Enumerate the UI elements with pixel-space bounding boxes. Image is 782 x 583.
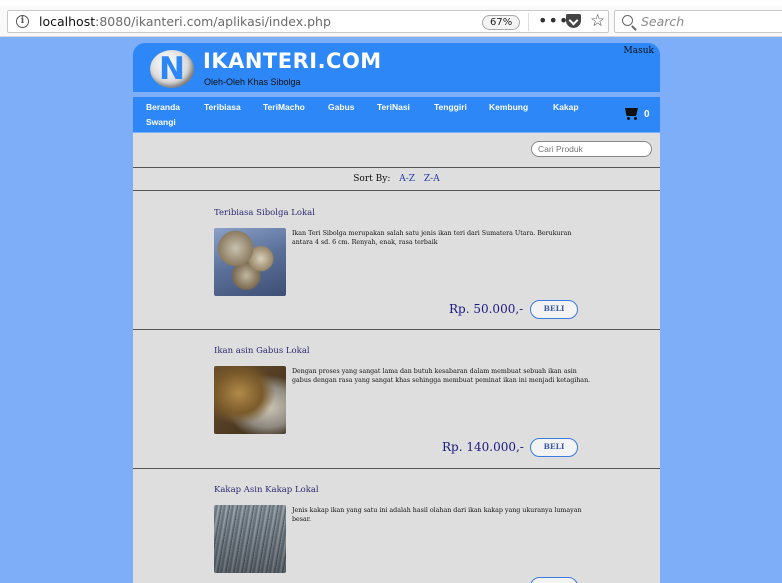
buy-button[interactable] xyxy=(530,577,578,583)
main-navigation: Beranda Teribiasa TeriMacho Gabus TeriNa… xyxy=(133,97,660,132)
url-separator xyxy=(528,13,529,31)
pocket-icon[interactable] xyxy=(566,14,581,28)
product-description: Ikan Teri Sibolga merupakan salah satu j… xyxy=(292,230,572,247)
browser-search-placeholder: Search xyxy=(641,14,685,29)
product-image[interactable] xyxy=(214,505,286,573)
login-link[interactable]: Masuk xyxy=(624,46,654,56)
product-price: Rp. 50.000,- xyxy=(449,302,524,316)
search-icon xyxy=(622,15,633,26)
product-image[interactable] xyxy=(214,366,286,434)
url-host: localhost xyxy=(39,14,96,29)
product-title[interactable]: Ikan asin Gabus Lokal xyxy=(214,346,310,356)
product-search-input[interactable] xyxy=(531,141,652,157)
bookmark-star-icon[interactable]: ☆ xyxy=(590,11,605,31)
main-content: Sort By: A-Z Z-A Teribiasa Sibolga Lokal… xyxy=(133,133,660,583)
nav-item-beranda[interactable]: Beranda xyxy=(146,102,180,112)
nav-item-terinasi[interactable]: TeriNasi xyxy=(377,102,410,112)
url-path: :8080/ikanteri.com/aplikasi/index.php xyxy=(95,14,331,29)
nav-item-terimacho[interactable]: TeriMacho xyxy=(263,102,305,112)
info-icon[interactable]: i xyxy=(16,15,29,28)
nav-item-kembung[interactable]: Kembung xyxy=(489,102,528,112)
divider xyxy=(133,190,660,191)
shopping-cart-icon[interactable] xyxy=(623,108,640,121)
browser-toolbar: i localhost:8080/ikanteri.com/aplikasi/i… xyxy=(0,6,782,37)
sort-z-a-link[interactable]: Z-A xyxy=(424,174,440,184)
buy-button[interactable]: BELI xyxy=(530,438,578,457)
browser-search-field[interactable]: Search xyxy=(614,10,782,33)
sort-bar: Sort By: A-Z Z-A xyxy=(133,174,660,184)
nav-item-gabus[interactable]: Gabus xyxy=(328,102,354,112)
site-header: N IKANTERI.COM Oleh-Oleh Khas Sibolga Ma… xyxy=(133,43,660,92)
site-tagline: Oleh-Oleh Khas Sibolga xyxy=(204,77,301,87)
sort-a-z-link[interactable]: A-Z xyxy=(399,174,415,184)
logo-letter: N xyxy=(159,51,185,87)
product-title[interactable]: Kakap Asin Kakap Lokal xyxy=(214,485,319,495)
address-bar[interactable]: i localhost:8080/ikanteri.com/aplikasi/i… xyxy=(7,10,609,33)
nav-item-swangi[interactable]: Swangi xyxy=(146,117,176,127)
divider xyxy=(133,329,660,330)
site-title[interactable]: IKANTERI.COM xyxy=(203,49,382,73)
page-actions-more-icon[interactable]: ••• xyxy=(538,11,569,30)
divider xyxy=(133,468,660,469)
cart-count[interactable]: 0 xyxy=(644,109,650,120)
web-page: N IKANTERI.COM Oleh-Oleh Khas Sibolga Ma… xyxy=(0,37,782,583)
zoom-level-badge[interactable]: 67% xyxy=(482,15,521,30)
product-description: Jenis kakap ikan yang satu ini adalah ha… xyxy=(292,507,582,524)
nav-item-kakap[interactable]: Kakap xyxy=(553,102,579,112)
sort-label: Sort By: xyxy=(353,174,391,184)
product-price: Rp. 140.000,- xyxy=(442,440,524,454)
product-description: Dengan proses yang sangat lama dan butuh… xyxy=(292,368,591,385)
buy-button[interactable]: BELI xyxy=(530,300,578,319)
product-title[interactable]: Teribiasa Sibolga Lokal xyxy=(214,208,315,218)
nav-item-teribiasa[interactable]: Teribiasa xyxy=(204,102,241,112)
site-logo[interactable]: N xyxy=(150,50,194,88)
product-image[interactable] xyxy=(214,228,286,296)
divider xyxy=(133,167,660,168)
nav-item-tenggiri[interactable]: Tenggiri xyxy=(434,102,467,112)
url-text[interactable]: localhost:8080/ikanteri.com/aplikasi/ind… xyxy=(39,14,331,29)
